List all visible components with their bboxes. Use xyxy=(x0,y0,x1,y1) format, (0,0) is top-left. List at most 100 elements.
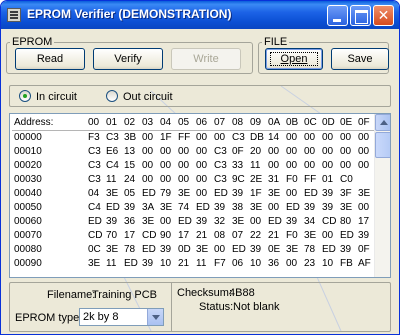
byte-cell[interactable]: 00 xyxy=(356,201,374,215)
byte-cell[interactable]: 00 xyxy=(284,257,302,271)
vertical-scrollbar[interactable] xyxy=(374,114,390,277)
byte-cell[interactable]: 17 xyxy=(356,215,374,229)
byte-cell[interactable]: CD xyxy=(140,229,158,243)
byte-cell[interactable]: 14 xyxy=(266,131,284,146)
byte-cell[interactable]: DB xyxy=(248,131,266,146)
byte-cell[interactable]: 3A xyxy=(140,201,158,215)
byte-cell[interactable]: 00 xyxy=(266,159,284,173)
byte-cell[interactable]: AF xyxy=(356,257,374,271)
byte-cell[interactable]: 39 xyxy=(158,243,176,257)
byte-cell[interactable]: F0 xyxy=(284,173,302,187)
table-row[interactable]: 00010 C3 E6 13 00 00 00 00 C3 0F 20 00 00 00 00 00 00 xyxy=(12,145,374,159)
byte-cell[interactable]: 06 xyxy=(230,257,248,271)
byte-cell[interactable]: 3E xyxy=(104,187,122,201)
byte-cell[interactable]: 20 xyxy=(248,145,266,159)
byte-cell[interactable]: 00 xyxy=(158,159,176,173)
byte-cell[interactable]: 23 xyxy=(302,257,320,271)
byte-cell[interactable]: 21 xyxy=(176,257,194,271)
byte-cell[interactable]: 39 xyxy=(212,201,230,215)
byte-cell[interactable]: 39 xyxy=(338,243,356,257)
byte-cell[interactable]: 33 xyxy=(230,159,248,173)
byte-cell[interactable]: E6 xyxy=(104,145,122,159)
byte-cell[interactable]: 00 xyxy=(284,131,302,146)
byte-cell[interactable]: 11 xyxy=(104,173,122,187)
byte-cell[interactable]: ED xyxy=(176,215,194,229)
byte-cell[interactable]: 3E xyxy=(230,215,248,229)
byte-cell[interactable]: 00 xyxy=(140,159,158,173)
byte-cell[interactable]: 00 xyxy=(140,173,158,187)
byte-cell[interactable]: 10 xyxy=(248,257,266,271)
byte-cell[interactable]: 80 xyxy=(338,215,356,229)
chevron-down-icon[interactable] xyxy=(147,309,163,325)
byte-cell[interactable]: 11 xyxy=(194,257,212,271)
byte-cell[interactable]: 70 xyxy=(104,229,122,243)
byte-cell[interactable]: 10 xyxy=(320,257,338,271)
byte-cell[interactable]: 3E xyxy=(194,243,212,257)
byte-cell[interactable]: 00 xyxy=(266,201,284,215)
byte-cell[interactable]: F0 xyxy=(284,229,302,243)
byte-cell[interactable]: 0E xyxy=(266,243,284,257)
byte-cell[interactable]: 3E xyxy=(284,243,302,257)
byte-cell[interactable]: C3 xyxy=(104,131,122,146)
byte-cell[interactable]: 00 xyxy=(194,173,212,187)
byte-cell[interactable]: 22 xyxy=(248,229,266,243)
table-row[interactable]: 00000 F3 C3 3B 00 1F FF 00 00 C3 DB 14 00 00 00 00 00 xyxy=(12,131,374,146)
byte-cell[interactable]: 00 xyxy=(194,187,212,201)
eprom-type-select[interactable]: 2k by 8 xyxy=(79,308,164,326)
byte-cell[interactable]: 79 xyxy=(158,187,176,201)
byte-cell[interactable]: 07 xyxy=(230,229,248,243)
byte-cell[interactable]: 78 xyxy=(122,243,140,257)
byte-cell[interactable]: 0F xyxy=(356,243,374,257)
byte-cell[interactable]: 2E xyxy=(248,173,266,187)
out-circuit-radio[interactable] xyxy=(106,90,118,102)
byte-cell[interactable]: 00 xyxy=(140,131,158,146)
byte-cell[interactable]: 17 xyxy=(122,229,140,243)
byte-cell[interactable]: 13 xyxy=(122,145,140,159)
table-row[interactable]: 00090 3E 11 ED 39 10 21 11 F7 06 10 36 00 23 10 FB AF xyxy=(12,257,374,271)
table-row[interactable]: 00030 C3 11 24 00 00 00 00 C3 9C 2E 31 F0 FF 01 C0 xyxy=(12,173,374,187)
byte-cell[interactable]: 11 xyxy=(248,159,266,173)
byte-cell[interactable]: C4 xyxy=(104,159,122,173)
byte-cell[interactable]: 00 xyxy=(284,145,302,159)
byte-cell[interactable]: 36 xyxy=(266,257,284,271)
byte-cell[interactable]: C4 xyxy=(86,201,104,215)
table-row[interactable]: 00050 C4 ED 39 3A 3E 74 ED 39 38 3E 00 ED 39 39 3E 00 xyxy=(12,201,374,215)
byte-cell[interactable]: C0 xyxy=(338,173,356,187)
byte-cell[interactable]: FB xyxy=(338,257,356,271)
byte-cell[interactable]: 1F xyxy=(158,131,176,146)
byte-cell[interactable]: 00 xyxy=(194,159,212,173)
byte-cell[interactable]: 00 xyxy=(356,145,374,159)
byte-cell[interactable]: C3 xyxy=(212,173,230,187)
byte-cell[interactable]: FF xyxy=(302,173,320,187)
title-bar[interactable]: EPROM Verifier (DEMONSTRATION) ✕ xyxy=(1,1,399,29)
byte-cell[interactable]: C3 xyxy=(86,173,104,187)
byte-cell[interactable]: 00 xyxy=(248,215,266,229)
byte-cell[interactable]: 39 xyxy=(356,229,374,243)
in-circuit-label[interactable]: In circuit xyxy=(36,91,77,103)
byte-cell[interactable]: 39 xyxy=(248,243,266,257)
byte-cell[interactable]: 39 xyxy=(302,201,320,215)
byte-cell[interactable]: 10 xyxy=(158,257,176,271)
hex-grid[interactable]: Address: 00 01 02 03 04 05 06 07 08 09 0A 0B 0C 0D 0E 0… xyxy=(9,113,391,278)
byte-cell[interactable]: 00 xyxy=(158,215,176,229)
byte-cell[interactable]: 00 xyxy=(176,159,194,173)
byte-cell[interactable]: 39 xyxy=(230,187,248,201)
out-circuit-label[interactable]: Out circuit xyxy=(123,91,173,103)
byte-cell[interactable]: 3E xyxy=(140,215,158,229)
byte-cell[interactable]: 36 xyxy=(122,215,140,229)
byte-cell[interactable]: 3E xyxy=(104,243,122,257)
byte-cell[interactable]: FF xyxy=(176,131,194,146)
byte-cell[interactable]: ED xyxy=(122,257,140,271)
byte-cell[interactable]: 00 xyxy=(356,131,374,146)
byte-cell[interactable]: 39 xyxy=(320,201,338,215)
byte-cell[interactable]: 00 xyxy=(338,145,356,159)
byte-cell[interactable]: 11 xyxy=(104,257,122,271)
byte-cell[interactable]: 00 xyxy=(320,131,338,146)
byte-cell[interactable]: 00 xyxy=(320,145,338,159)
verify-button[interactable]: Verify xyxy=(93,48,163,70)
byte-cell[interactable]: 05 xyxy=(122,187,140,201)
byte-cell[interactable]: 38 xyxy=(230,201,248,215)
byte-cell[interactable]: 04 xyxy=(86,187,104,201)
byte-cell[interactable]: 00 xyxy=(320,159,338,173)
byte-cell[interactable]: 00 xyxy=(194,145,212,159)
